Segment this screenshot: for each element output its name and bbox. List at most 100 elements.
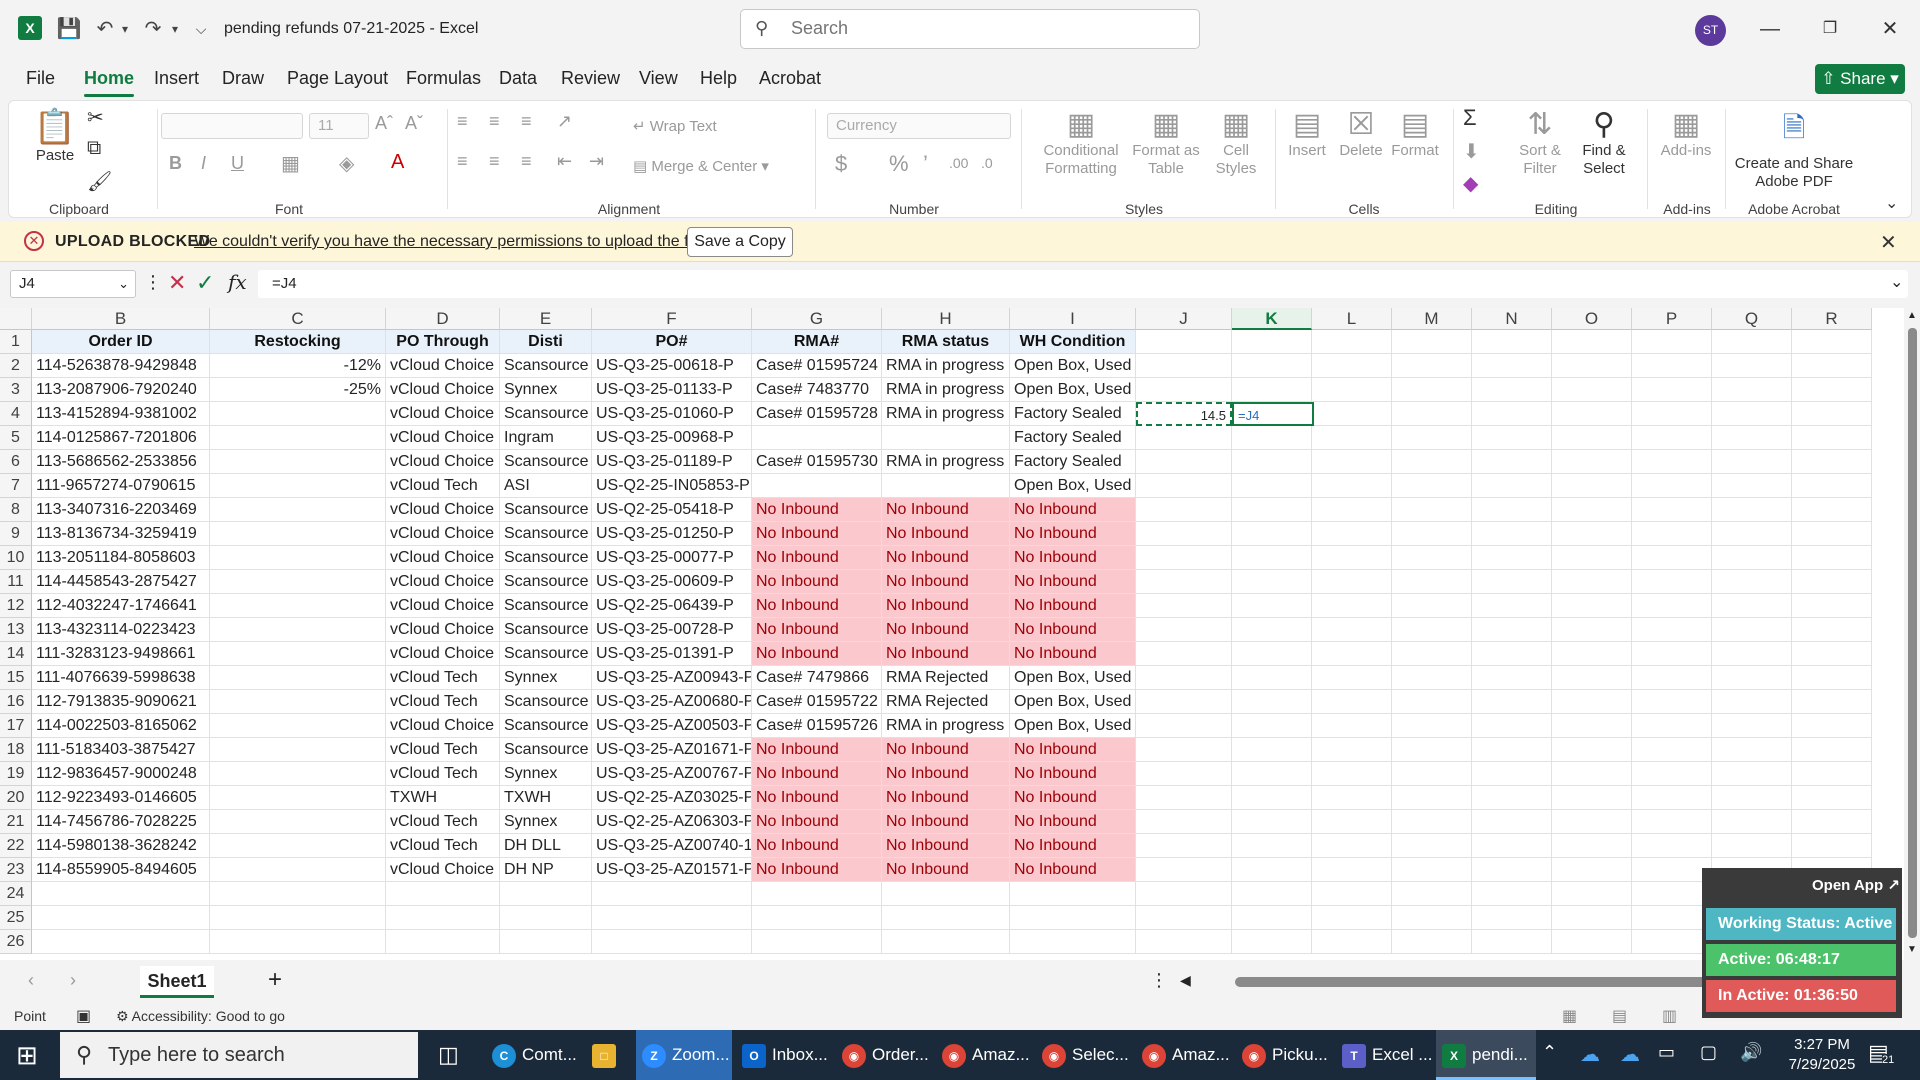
table-cell[interactable]: vCloud Choice	[386, 378, 500, 402]
empty-cell[interactable]	[1312, 570, 1392, 594]
empty-cell[interactable]	[32, 882, 210, 906]
table-cell[interactable]: Case# 7483770	[752, 378, 882, 402]
insert-function-icon[interactable]: fx	[228, 270, 247, 294]
column-header-c[interactable]: C	[210, 308, 386, 330]
table-cell[interactable]: RMA in progress	[882, 378, 1010, 402]
tab-home[interactable]: Home	[84, 68, 135, 97]
more-options-icon[interactable]: ⋮	[144, 272, 162, 293]
empty-cell[interactable]	[1232, 786, 1312, 810]
empty-cell[interactable]	[1010, 906, 1136, 930]
empty-cell[interactable]	[1632, 714, 1712, 738]
empty-cell[interactable]	[1312, 426, 1392, 450]
empty-cell[interactable]	[1136, 522, 1232, 546]
empty-cell[interactable]	[1312, 906, 1392, 930]
empty-cell[interactable]	[1792, 546, 1872, 570]
table-cell[interactable]: vCloud Tech	[386, 474, 500, 498]
table-cell[interactable]: vCloud Choice	[386, 402, 500, 426]
previous-sheet-icon[interactable]: ‹	[28, 970, 34, 991]
select-all-corner[interactable]	[0, 308, 32, 330]
row-header-23[interactable]: 23	[0, 858, 32, 882]
empty-cell[interactable]	[1552, 882, 1632, 906]
table-cell[interactable]: No Inbound	[882, 738, 1010, 762]
empty-cell[interactable]	[1312, 402, 1392, 426]
taskbar-app-chrome-pickup[interactable]: ◉ Picku...	[1236, 1030, 1332, 1080]
empty-cell[interactable]	[210, 882, 386, 906]
empty-cell[interactable]	[1552, 570, 1632, 594]
table-cell[interactable]: Scansource	[500, 642, 592, 666]
empty-cell[interactable]	[1552, 738, 1632, 762]
table-cell[interactable]: No Inbound	[752, 762, 882, 786]
empty-cell[interactable]	[1010, 882, 1136, 906]
spreadsheet-grid[interactable]: BCDEFGHIJKLMNOPQR 1 2 3 4 5 6 7 8 9 10 11 12 13 14 15 1…	[0, 308, 1904, 960]
table-cell[interactable]: No Inbound	[752, 786, 882, 810]
table-cell[interactable]: US-Q2-25-IN05853-P	[592, 474, 752, 498]
empty-cell[interactable]	[1792, 666, 1872, 690]
table-cell[interactable]	[210, 714, 386, 738]
empty-cell[interactable]	[1552, 498, 1632, 522]
table-cell[interactable]: -12%	[210, 354, 386, 378]
empty-cell[interactable]	[1472, 498, 1552, 522]
close-icon[interactable]: ✕	[1875, 14, 1905, 44]
empty-cell[interactable]	[1792, 690, 1872, 714]
row-header-17[interactable]: 17	[0, 714, 32, 738]
empty-cell[interactable]	[1792, 522, 1872, 546]
increase-decimal-icon[interactable]: .00	[949, 155, 968, 171]
row-header-8[interactable]: 8	[0, 498, 32, 522]
table-cell[interactable]: Case# 01595730	[752, 450, 882, 474]
empty-cell[interactable]	[1136, 378, 1232, 402]
fill-color-icon[interactable]: ◈	[339, 151, 354, 176]
wrap-text-button[interactable]: ↵ Wrap Text	[633, 117, 717, 135]
empty-cell[interactable]	[1472, 354, 1552, 378]
row-header-16[interactable]: 16	[0, 690, 32, 714]
table-cell[interactable]: US-Q3-25-AZ00943-P	[592, 666, 752, 690]
empty-cell[interactable]	[1312, 498, 1392, 522]
table-cell[interactable]: ASI	[500, 474, 592, 498]
row-header-20[interactable]: 20	[0, 786, 32, 810]
empty-cell[interactable]	[1392, 618, 1472, 642]
tab-page-layout[interactable]: Page Layout	[287, 68, 388, 89]
table-cell[interactable]: No Inbound	[882, 762, 1010, 786]
table-cell[interactable]: Synnex	[500, 810, 592, 834]
empty-cell[interactable]	[1472, 690, 1552, 714]
network-icon[interactable]: ▢	[1700, 1042, 1717, 1063]
table-cell[interactable]: 113-4152894-9381002	[32, 402, 210, 426]
empty-cell[interactable]	[1792, 786, 1872, 810]
empty-cell[interactable]	[1312, 714, 1392, 738]
table-cell[interactable]: US-Q2-25-AZ06303-P	[592, 810, 752, 834]
empty-cell[interactable]	[1472, 402, 1552, 426]
empty-cell[interactable]	[1312, 354, 1392, 378]
table-cell[interactable]: US-Q3-25-00968-P	[592, 426, 752, 450]
message-link[interactable]: We couldn't verify you have the necessar…	[194, 233, 709, 251]
table-cell[interactable]: No Inbound	[882, 810, 1010, 834]
table-cell[interactable]	[210, 474, 386, 498]
empty-cell[interactable]	[1136, 570, 1232, 594]
next-sheet-icon[interactable]: ›	[70, 970, 76, 991]
number-format-dropdown[interactable]: Currency	[827, 113, 1011, 139]
table-cell[interactable]: Case# 01595726	[752, 714, 882, 738]
table-cell[interactable]	[210, 618, 386, 642]
empty-cell[interactable]	[1312, 378, 1392, 402]
empty-cell[interactable]	[1136, 690, 1232, 714]
empty-cell[interactable]	[1792, 330, 1872, 354]
empty-cell[interactable]	[1552, 618, 1632, 642]
empty-cell[interactable]	[1472, 546, 1552, 570]
empty-cell[interactable]	[1392, 546, 1472, 570]
column-header-g[interactable]: G	[752, 308, 882, 330]
scroll-up-icon[interactable]: ▲	[1907, 310, 1917, 321]
empty-cell[interactable]	[1552, 546, 1632, 570]
normal-view-icon[interactable]: ▦	[1562, 1006, 1577, 1026]
empty-cell[interactable]	[1792, 402, 1872, 426]
table-cell[interactable]: 112-9836457-9000248	[32, 762, 210, 786]
table-cell[interactable]: US-Q3-25-00728-P	[592, 618, 752, 642]
empty-cell[interactable]	[1712, 762, 1792, 786]
table-cell[interactable]: vCloud Choice	[386, 450, 500, 474]
table-cell[interactable]: vCloud Choice	[386, 714, 500, 738]
taskbar-app-excel[interactable]: Xpendi...	[1436, 1030, 1536, 1080]
autosum-icon[interactable]: Σ	[1463, 105, 1477, 131]
empty-cell[interactable]	[1392, 378, 1472, 402]
table-cell[interactable]: 114-0022503-8165062	[32, 714, 210, 738]
table-cell[interactable]: 112-7913835-9090621	[32, 690, 210, 714]
italic-icon[interactable]: I	[201, 153, 206, 174]
table-header-cell[interactable]: WH Condition	[1010, 330, 1136, 354]
empty-cell[interactable]	[1136, 354, 1232, 378]
